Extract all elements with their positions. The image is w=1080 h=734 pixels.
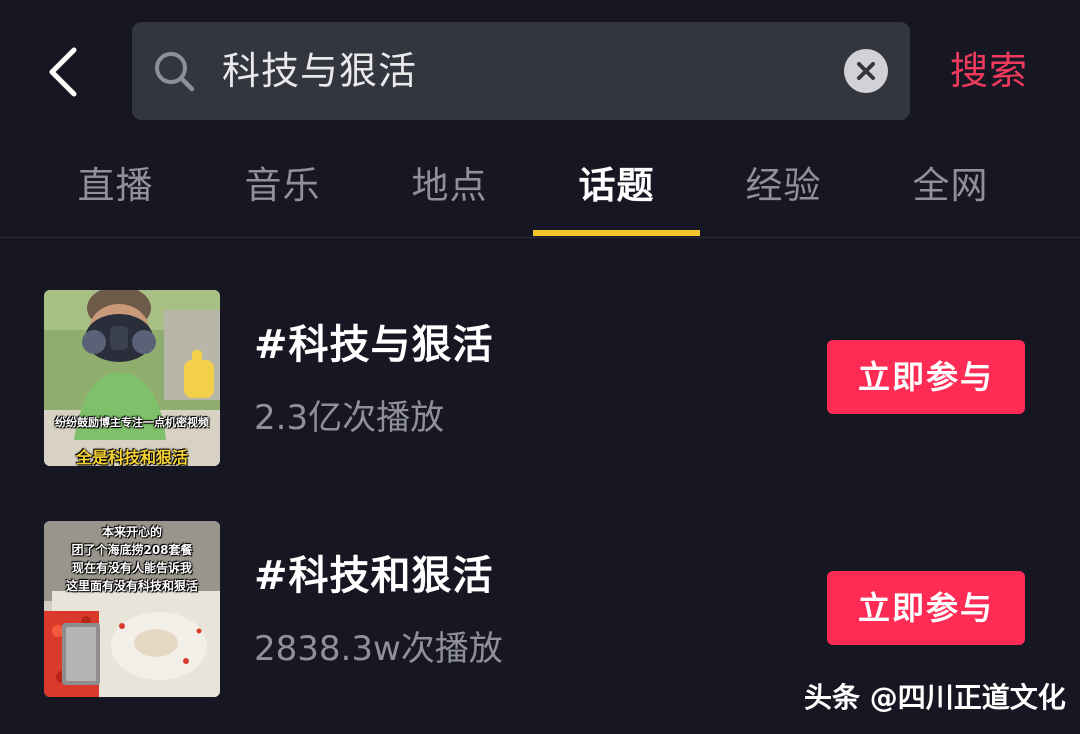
search-input[interactable]: 科技与狠活	[132, 22, 910, 120]
topic-result-item[interactable]: 本来开心的 团了个海底捞208套餐 现在有没有人能告诉我 这里面有没有科技和狠活…	[0, 521, 1080, 701]
join-now-button[interactable]: 立即参与	[827, 340, 1025, 414]
clear-search-button[interactable]	[844, 49, 888, 93]
topic-thumbnail[interactable]: 纷纷鼓励博主专注一点机密视频 全是科技和狠活	[44, 290, 220, 466]
thumbnail-caption-line: 这里面有没有科技和狠活	[65, 579, 198, 593]
topic-title[interactable]: #科技和狠活	[254, 543, 494, 601]
thumbnail-caption-small: 纷纷鼓励博主专注一点机密视频	[55, 416, 209, 429]
tab-live[interactable]: 直播	[32, 140, 199, 236]
topic-play-count: 2.3亿次播放	[254, 398, 445, 438]
tab-music[interactable]: 音乐	[199, 140, 366, 236]
tab-all-web[interactable]: 全网	[867, 140, 1034, 236]
tab-places[interactable]: 地点	[366, 140, 533, 236]
search-icon	[155, 52, 195, 92]
topic-title[interactable]: #科技与狠活	[254, 312, 494, 370]
thumbnail-caption-line: 团了个海底捞208套餐	[71, 543, 193, 557]
topic-thumbnail[interactable]: 本来开心的 团了个海底捞208套餐 现在有没有人能告诉我 这里面有没有科技和狠活	[44, 521, 220, 697]
tab-experience[interactable]: 经验	[700, 140, 867, 236]
active-tab-indicator	[533, 230, 700, 236]
thumbnail-caption-big: 全是科技和狠活	[75, 448, 188, 466]
topic-play-count: 2838.3w次播放	[254, 629, 503, 669]
thumbnail-caption-line: 现在有没有人能告诉我	[71, 561, 192, 575]
thumbnail-image	[44, 290, 220, 466]
join-now-button[interactable]: 立即参与	[827, 571, 1025, 645]
tab-topics[interactable]: 话题	[533, 140, 700, 236]
back-chevron-icon	[49, 47, 77, 97]
tabs-divider	[0, 237, 1080, 238]
clear-icon	[857, 62, 875, 80]
back-button[interactable]	[40, 42, 90, 102]
search-query-text[interactable]: 科技与狠活	[222, 22, 417, 120]
category-tabs: 直播 音乐 地点 话题 经验 全网	[32, 140, 1032, 236]
thumbnail-caption-line: 本来开心的	[101, 525, 162, 539]
topic-result-item[interactable]: 纷纷鼓励博主专注一点机密视频 全是科技和狠活 #科技与狠活 2.3亿次播放 立即…	[0, 290, 1080, 470]
search-header: 科技与狠活 搜索	[0, 0, 1080, 140]
source-watermark: 头条 @四川正道文化	[804, 681, 1066, 714]
search-submit-button[interactable]: 搜索	[950, 22, 1028, 120]
